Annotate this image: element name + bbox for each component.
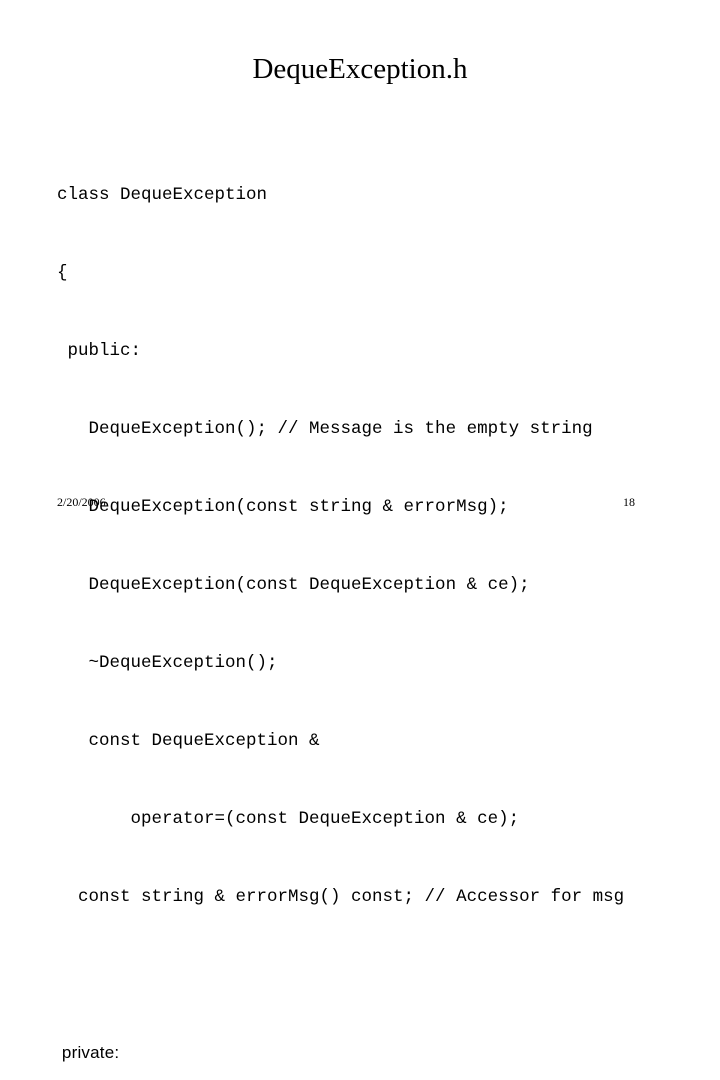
slide-footer: 2/20/2006 18 — [0, 494, 720, 516]
footer-page-number: 18 — [623, 495, 635, 509]
code-line: operator=(const DequeException & ce); — [57, 809, 520, 829]
code-line: public: — [57, 341, 142, 361]
page-title: DequeException.h — [252, 53, 468, 85]
code-line: DequeException(const DequeException & ce… — [57, 575, 530, 595]
code-line: private: — [57, 1043, 120, 1062]
code-line: { — [57, 263, 68, 283]
code-block: class DequeException { public: DequeExce… — [57, 104, 697, 1080]
footer-date: 2/20/2006 — [57, 495, 106, 509]
code-line: ~DequeException(); — [57, 653, 278, 673]
code-line: DequeException(); // Message is the empt… — [57, 419, 593, 439]
code-line: const string & errorMsg() const; // Acce… — [57, 887, 625, 907]
code-line: const DequeException & — [57, 731, 320, 751]
code-line: class DequeException — [57, 185, 268, 205]
slide-canvas: DequeException.h class DequeException { … — [0, 0, 720, 1062]
